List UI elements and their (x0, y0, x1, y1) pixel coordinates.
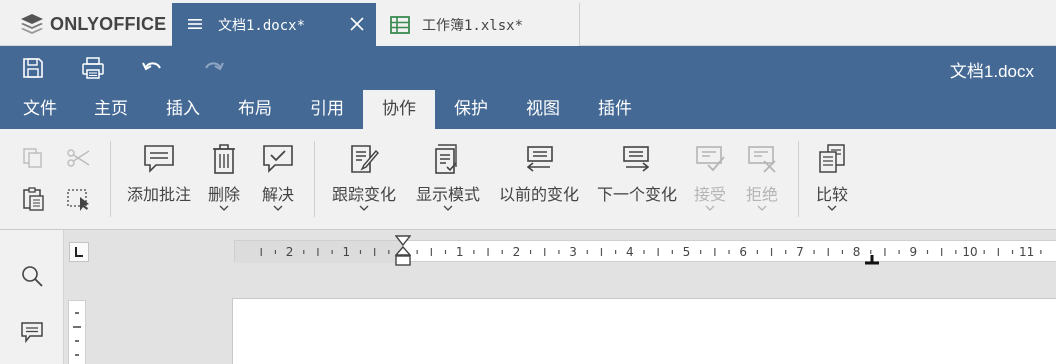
document-canvas: 2 1 1 2 3 4 5 6 7 8 9 10 11 (64, 230, 1056, 364)
menu-protection[interactable]: 保护 (436, 90, 506, 129)
menu-home[interactable]: 主页 (76, 90, 146, 129)
previous-change-label: 以前的变化 (498, 185, 579, 204)
previous-change-button[interactable]: 以前的变化 (496, 143, 582, 223)
save-icon[interactable] (20, 55, 46, 81)
next-change-button[interactable]: 下一个变化 (594, 143, 680, 223)
ruler-label: 10 (962, 245, 977, 259)
accept-change-label: 接受 (693, 185, 726, 204)
redo-icon[interactable] (200, 55, 226, 81)
ruler-label: 4 (626, 245, 634, 259)
chevron-down-icon (359, 205, 369, 211)
ruler-label: 2 (286, 245, 294, 259)
onlyoffice-logo: ONLYOFFICE (20, 12, 166, 36)
reject-change-label: 拒绝 (745, 185, 778, 204)
next-change-icon (623, 146, 650, 172)
select-all-icon[interactable] (65, 186, 91, 212)
chevron-down-icon (705, 205, 715, 211)
next-change-label: 下一个变化 (596, 185, 677, 204)
track-changes-button[interactable]: 跟踪变化 (330, 143, 398, 223)
tab-spreadsheet-label: 工作簿1.xlsx* (422, 18, 524, 34)
horizontal-ruler[interactable]: 2 1 1 2 3 4 5 6 7 8 9 10 11 (234, 235, 1056, 266)
reject-icon (748, 146, 776, 173)
vertical-ruler[interactable] (68, 300, 86, 364)
chevron-down-icon (827, 205, 837, 211)
display-mode-button[interactable]: 显示模式 (414, 143, 482, 223)
left-tab-icon (75, 247, 83, 257)
collaboration-toolbar: 添加批注 删除 解决 跟踪变化 显示模式 以前的变化 下一个变化 接受 拒绝 比… (0, 129, 1056, 230)
accept-change-button[interactable]: 接受 (690, 143, 730, 223)
print-icon[interactable] (80, 55, 106, 81)
toolbar-separator (314, 141, 315, 217)
menu-references[interactable]: 引用 (292, 90, 362, 129)
toolbar-separator (798, 141, 799, 217)
tab-stop-selector[interactable] (69, 242, 89, 262)
menu-layout[interactable]: 布局 (220, 90, 290, 129)
menu-collaboration[interactable]: 协作 (363, 90, 435, 129)
resolve-comment-button[interactable]: 解决 (258, 143, 298, 223)
vertical-ruler-ticks (73, 312, 81, 356)
ruler-label: 8 (853, 245, 861, 259)
chevron-down-icon (757, 205, 767, 211)
comments-icon[interactable] (20, 320, 44, 344)
cut-icon[interactable] (65, 145, 91, 171)
onlyoffice-logo-icon (21, 14, 43, 34)
menu-plugins[interactable]: 插件 (580, 90, 650, 129)
menu-file[interactable]: 文件 (6, 90, 74, 129)
add-comment-button[interactable]: 添加批注 (124, 143, 194, 223)
ruler-label: 2 (513, 245, 521, 259)
compare-button[interactable]: 比较 (812, 143, 852, 223)
ruler-label: 1 (456, 245, 464, 259)
reject-change-button[interactable]: 拒绝 (742, 143, 782, 223)
ruler-label: 11 (1019, 245, 1034, 259)
tab-spreadsheet[interactable]: 工作簿1.xlsx* (376, 3, 580, 46)
spreadsheet-icon (390, 16, 410, 34)
previous-change-icon (526, 146, 553, 172)
compare-label: 比较 (815, 185, 848, 204)
title-bar: ONLYOFFICE 文档1.docx* 工作簿1.xlsx* (0, 0, 1056, 46)
menu-view[interactable]: 视图 (508, 90, 578, 129)
trash-icon (213, 144, 235, 174)
left-sidebar (0, 230, 64, 364)
comment-icon (144, 145, 174, 173)
ruler-label: 6 (739, 245, 747, 259)
logo-text: ONLYOFFICE (50, 13, 167, 34)
indent-marker-icon[interactable] (395, 235, 411, 269)
close-icon[interactable] (348, 15, 366, 33)
add-comment-label: 添加批注 (126, 185, 191, 204)
track-changes-icon (351, 145, 379, 173)
display-mode-icon (435, 144, 457, 174)
copy-icon[interactable] (20, 145, 46, 171)
tab-document[interactable]: 文档1.docx* (172, 3, 376, 46)
delete-comment-button[interactable]: 删除 (204, 143, 244, 223)
display-mode-label: 显示模式 (415, 185, 480, 204)
document-page[interactable] (232, 298, 1056, 364)
ruler-label: 5 (683, 245, 691, 259)
chevron-down-icon (219, 205, 229, 211)
document-title: 文档1.docx (949, 62, 1034, 81)
resolve-comment-label: 解决 (261, 185, 294, 204)
ruler-label: 9 (909, 245, 917, 259)
menu-bar: 文件 主页 插入 布局 引用 协作 保护 视图 插件 (0, 90, 1056, 129)
paste-icon[interactable] (20, 186, 46, 212)
toolbar-separator (110, 141, 111, 217)
document-icon (188, 19, 202, 29)
search-icon[interactable] (20, 264, 44, 288)
undo-icon[interactable] (140, 55, 166, 81)
quick-access-bar: 文档1.docx (0, 46, 1056, 90)
chevron-down-icon (443, 205, 453, 211)
resolve-comment-icon (263, 145, 293, 173)
tab-document-label: 文档1.docx* (218, 18, 306, 34)
delete-comment-label: 删除 (207, 185, 240, 204)
ruler-label: 1 (342, 245, 350, 259)
compare-icon (819, 144, 845, 173)
ruler-label: 3 (569, 245, 577, 259)
accept-icon (696, 146, 725, 172)
ruler-label: 7 (796, 245, 804, 259)
ruler-ticks: 2 1 1 2 3 4 5 6 7 8 9 10 11 (235, 241, 1042, 263)
track-changes-label: 跟踪变化 (331, 185, 396, 204)
right-indent-marker-icon[interactable] (864, 255, 880, 265)
chevron-down-icon (273, 205, 283, 211)
menu-insert[interactable]: 插入 (148, 90, 218, 129)
